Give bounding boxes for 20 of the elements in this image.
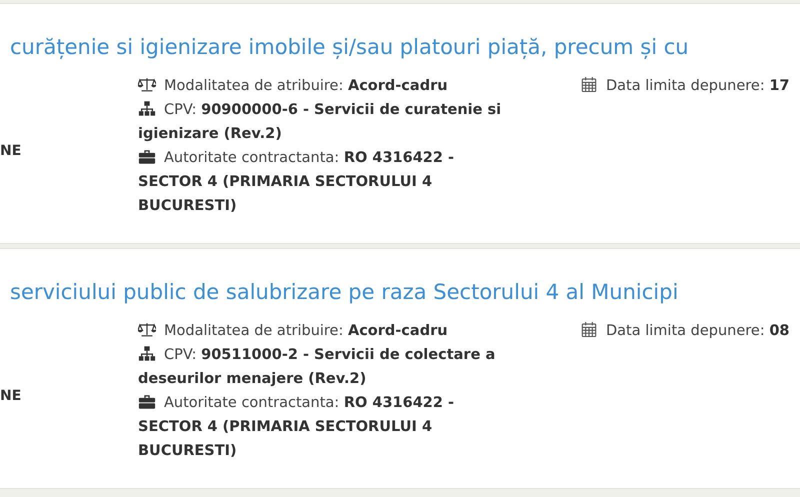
- sitemap-icon: [138, 346, 156, 361]
- status-text: NE: [0, 388, 22, 404]
- sitemap-icon: [138, 101, 156, 116]
- briefcase-icon: [138, 394, 156, 409]
- detail-text: Autoritate contractanta: RO 4316422 - SECTOR 4 (PRIMARIA SECTORULUI 4 BUCURESTI): [138, 393, 456, 461]
- calendar-icon: [580, 77, 598, 92]
- deadline-text: Data limita depunere: 08: [580, 319, 800, 343]
- detail-text: Autoritate contractanta: RO 4316422 - SECTOR 4 (PRIMARIA SECTORULUI 4 BUCURESTI): [138, 148, 456, 216]
- scales-icon: [138, 322, 156, 337]
- deadline-text: Data limita depunere: 17: [580, 74, 800, 98]
- status-text: NE: [0, 143, 22, 159]
- detail-text: CPV: 90511000-2 - Servicii de colectare a deseurilor menajere (Rev.2): [138, 345, 496, 389]
- detail-text: CPV: 90900000-6 - Servicii de curatenie si igienizare (Rev.2): [138, 100, 502, 144]
- detail-text: Modalitatea de atribuire: Acord-cadru: [138, 319, 513, 343]
- listing-title[interactable]: serviciului public de salubrizare pe raza Sectorului 4 al Municipi: [0, 249, 678, 307]
- calendar-icon: [580, 322, 598, 337]
- listing-title[interactable]: curățenie si igienizare imobile și/sau platouri piață, precum și cu: [0, 4, 689, 62]
- scales-icon: [138, 77, 156, 92]
- briefcase-icon: [138, 149, 156, 164]
- detail-text: Modalitatea de atribuire: Acord-cadru: [138, 74, 513, 98]
